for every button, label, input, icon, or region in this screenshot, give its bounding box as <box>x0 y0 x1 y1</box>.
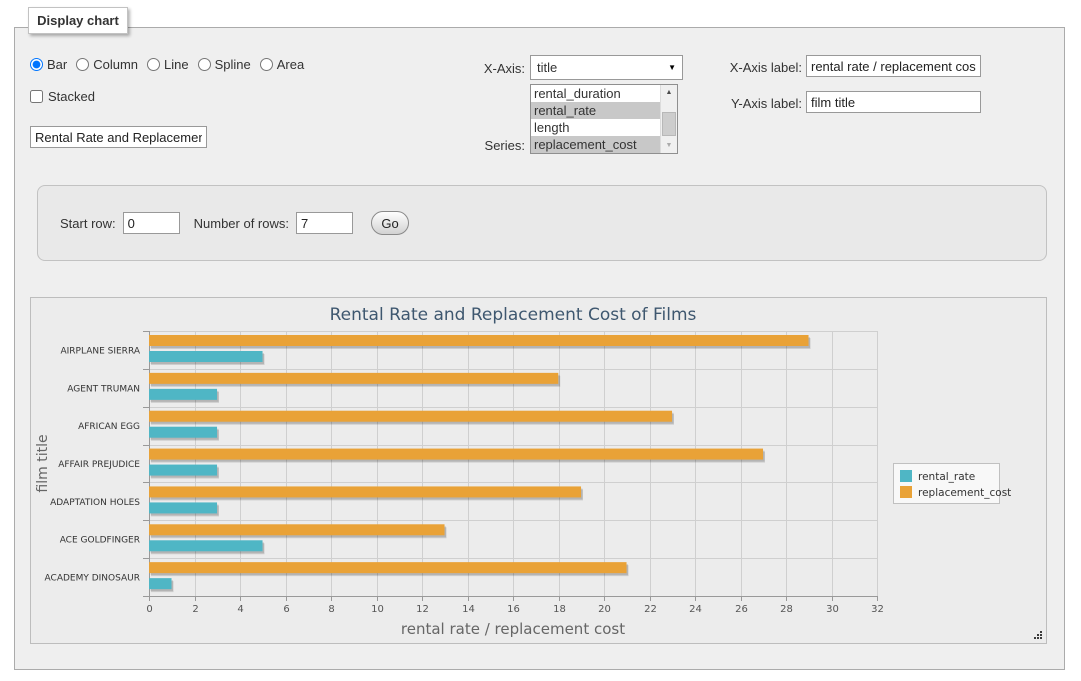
series-list-label: Series: <box>450 138 525 153</box>
x-tick-label: 28 <box>780 604 793 615</box>
x-axis-title: rental rate / replacement cost <box>401 620 625 638</box>
x-axis-select[interactable]: title ▼ <box>530 55 683 80</box>
x-tick-label: 6 <box>283 604 289 615</box>
x-tick-label: 2 <box>192 604 198 615</box>
y-axis-label-label: Y-Axis label: <box>714 96 802 111</box>
y-category-label: AIRPLANE SIERRA <box>60 346 140 356</box>
chart-type-label: Bar <box>47 57 67 72</box>
chart-type-radio-area[interactable] <box>260 58 273 71</box>
chevron-down-icon: ▼ <box>668 63 676 72</box>
series-listbox-scrollbar[interactable]: ▲ ▼ <box>660 85 677 153</box>
page: Display chart Bar Column Line Spline Area St… <box>0 0 1081 681</box>
series-option-rental_duration[interactable]: rental_duration <box>531 85 660 102</box>
chart-type-radio-spline[interactable] <box>198 58 211 71</box>
bar-replacement_cost-ace-goldfinger <box>149 524 445 535</box>
x-tick-label: 4 <box>237 604 243 615</box>
chart-type-option-column: Column <box>76 57 138 72</box>
y-category-label: ACADEMY DINOSAUR <box>45 574 140 584</box>
x-tick-label: 26 <box>735 604 748 615</box>
x-tick-label: 24 <box>689 604 702 615</box>
number-of-rows-input[interactable] <box>296 212 353 234</box>
chart-title: Rental Rate and Replacement Cost of Film… <box>330 305 697 325</box>
x-tick-label: 32 <box>871 604 884 615</box>
stacked-label: Stacked <box>48 89 95 104</box>
bar-rental_rate-african-egg <box>149 427 217 438</box>
x-tick-label: 14 <box>462 604 475 615</box>
legend-item-rental_rate[interactable]: rental_rate <box>918 471 975 483</box>
chart-type-radio-group: Bar Column Line Spline Area <box>30 57 304 72</box>
bar-rental_rate-adaptation-holes <box>149 502 217 513</box>
bar-replacement_cost-agent-truman <box>149 373 558 384</box>
stacked-checkbox[interactable] <box>30 90 43 103</box>
start-row-label: Start row: <box>60 216 116 231</box>
x-axis-select-label: X-Axis: <box>450 61 525 76</box>
legend-item-replacement_cost[interactable]: replacement_cost <box>918 487 1011 499</box>
series-listbox[interactable]: rental_durationrental_ratelengthreplacem… <box>530 84 678 154</box>
y-category-label: ADAPTATION HOLES <box>50 498 140 508</box>
number-of-rows-label: Number of rows: <box>194 216 289 231</box>
x-tick-label: 18 <box>553 604 566 615</box>
scrollbar-thumb[interactable] <box>662 112 676 136</box>
fieldset-legend-text: Display chart <box>37 13 119 28</box>
chart-type-radio-bar[interactable] <box>30 58 43 71</box>
chart-type-label: Area <box>277 57 304 72</box>
y-axis-label-input[interactable] <box>806 91 981 113</box>
bar-rental_rate-ace-goldfinger <box>149 540 263 551</box>
x-tick-label: 22 <box>644 604 657 615</box>
bar-rental_rate-academy-dinosaur <box>149 578 172 589</box>
legend-swatch-replacement_cost <box>900 486 912 498</box>
series-option-replacement_cost[interactable]: replacement_cost <box>531 136 660 153</box>
bar-chart: AIRPLANE SIERRA AGENT TRUMAN AFRICAN EGG AF… <box>31 298 1046 643</box>
x-axis-select-value: title <box>537 60 557 75</box>
scroll-up-icon[interactable]: ▲ <box>661 85 677 100</box>
y-axis-title: film title <box>35 434 51 492</box>
x-tick-label: 20 <box>598 604 611 615</box>
x-tick-label: 0 <box>146 604 152 615</box>
series-option-rental_rate[interactable]: rental_rate <box>531 102 660 119</box>
start-row-input[interactable] <box>123 212 180 234</box>
bar-rental_rate-affair-prejudice <box>149 465 217 476</box>
chart-type-label: Column <box>93 57 138 72</box>
bar-rental_rate-airplane-sierra <box>149 351 263 362</box>
resize-handle-icon[interactable] <box>1032 629 1043 640</box>
bar-replacement_cost-affair-prejudice <box>149 449 763 460</box>
chart-type-label: Line <box>164 57 189 72</box>
chart-type-option-area: Area <box>260 57 304 72</box>
chart-type-option-line: Line <box>147 57 189 72</box>
x-tick-label: 12 <box>416 604 429 615</box>
y-category-label: AFRICAN EGG <box>78 422 140 432</box>
bar-replacement_cost-african-egg <box>149 411 672 422</box>
y-category-label: AGENT TRUMAN <box>67 384 140 394</box>
chart-container: AIRPLANE SIERRA AGENT TRUMAN AFRICAN EGG AF… <box>30 297 1047 644</box>
bar-rental_rate-agent-truman <box>149 389 217 400</box>
x-axis-label-input[interactable] <box>806 55 981 77</box>
bar-replacement_cost-airplane-sierra <box>149 335 809 346</box>
chart-type-radio-line[interactable] <box>147 58 160 71</box>
go-button[interactable]: Go <box>371 211 409 235</box>
legend-swatch-rental_rate <box>900 470 912 482</box>
y-category-label: AFFAIR PREJUDICE <box>58 460 140 470</box>
fieldset-legend: Display chart <box>28 7 128 34</box>
stacked-option: Stacked <box>30 89 95 104</box>
bar-replacement_cost-adaptation-holes <box>149 486 581 497</box>
x-tick-label: 30 <box>826 604 839 615</box>
y-category-label: ACE GOLDFINGER <box>60 536 140 546</box>
chart-type-label: Spline <box>215 57 251 72</box>
x-tick-label: 16 <box>507 604 520 615</box>
x-axis-label-label: X-Axis label: <box>714 60 802 75</box>
row-range-panel: Start row: Number of rows: Go <box>37 185 1047 261</box>
chart-type-radio-column[interactable] <box>76 58 89 71</box>
series-options: rental_durationrental_ratelengthreplacem… <box>531 85 660 153</box>
chart-type-option-bar: Bar <box>30 57 67 72</box>
bar-replacement_cost-academy-dinosaur <box>149 562 627 573</box>
chart-title-input[interactable] <box>30 126 207 148</box>
series-option-length[interactable]: length <box>531 119 660 136</box>
x-tick-label: 8 <box>328 604 334 615</box>
scroll-down-icon[interactable]: ▼ <box>661 138 677 153</box>
x-tick-label: 10 <box>371 604 384 615</box>
chart-type-option-spline: Spline <box>198 57 251 72</box>
